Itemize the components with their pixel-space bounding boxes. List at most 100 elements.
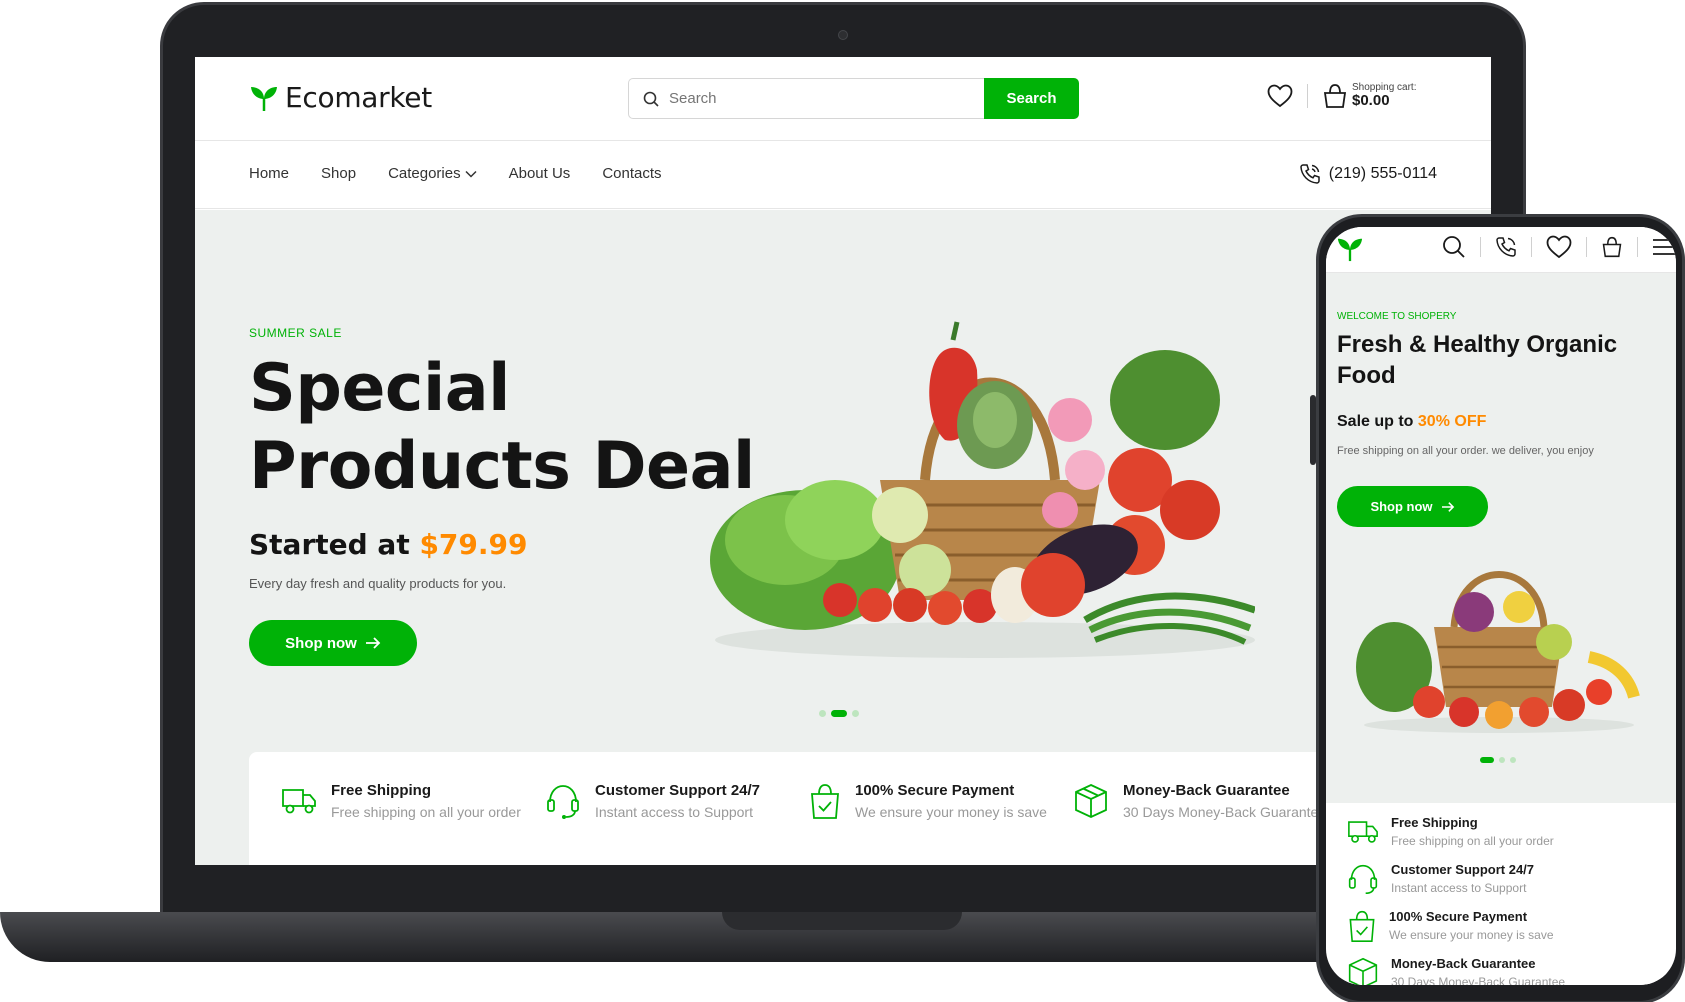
search-field-wrapper	[628, 78, 984, 119]
site-header: Ecomarket Search Search Shopping cart: $…	[195, 57, 1491, 141]
nav-item-categories[interactable]: Categories	[388, 165, 477, 182]
search-icon[interactable]	[1442, 235, 1466, 259]
feature-title: Customer Support 24/7	[595, 782, 761, 799]
cart-text: Shopping cart: $0.00	[1352, 82, 1417, 110]
logo[interactable]: Ecomarket	[249, 81, 432, 114]
search-button[interactable]: Search	[984, 78, 1079, 119]
mobile-sale-line: Sale up to 30% OFF	[1337, 413, 1486, 431]
feature-title: Customer Support 24/7	[1391, 862, 1535, 877]
hero-price-line: Started at $79.99	[249, 528, 528, 561]
arrow-right-icon	[1441, 501, 1454, 512]
carousel-dot-1[interactable]	[1480, 757, 1494, 763]
chevron-down-icon	[465, 170, 477, 178]
search-input[interactable]	[669, 90, 929, 107]
feature-title: Free Shipping	[1391, 815, 1478, 830]
shop-now-button[interactable]: Shop now	[249, 620, 417, 666]
mobile-header-icons	[1442, 235, 1676, 259]
feature-desc: 30 Days Money-Back Guarantee	[1123, 804, 1327, 820]
mobile-header	[1326, 227, 1676, 273]
hero-subtitle: Every day fresh and quality products for…	[249, 576, 507, 591]
heart-icon[interactable]	[1267, 84, 1293, 108]
carousel-dot-3[interactable]	[1510, 757, 1516, 763]
search-icon	[643, 91, 659, 107]
feature-title: Money-Back Guarantee	[1123, 782, 1290, 799]
carousel-dot-2[interactable]	[1499, 757, 1505, 763]
feature-free-shipping: Free Shipping Free shipping on all your …	[281, 782, 521, 820]
mobile-divider	[1586, 237, 1587, 257]
feature-title: Free Shipping	[331, 782, 432, 799]
feature-title: Money-Back Guarantee	[1391, 956, 1536, 971]
mobile-hero-headline: Fresh & Healthy Organic Food	[1337, 331, 1618, 389]
mobile-sale-value: 30% OFF	[1417, 413, 1487, 430]
feature-customer-support: Customer Support 24/7 Instant access to …	[1347, 862, 1534, 896]
feature-desc: We ensure your money is save	[1389, 928, 1554, 942]
mobile-shop-now-button[interactable]: Shop now	[1337, 486, 1488, 527]
feature-title: 100% Secure Payment	[855, 782, 1015, 799]
main-nav: Home Shop Categories About Us Contacts (…	[195, 141, 1491, 209]
mobile-sale-prefix: Sale up to	[1337, 413, 1414, 430]
shopping-bag-icon	[1323, 83, 1347, 108]
mobile-hero: WELCOME TO SHOPERY Fresh & Healthy Organ…	[1326, 273, 1676, 803]
feature-free-shipping: Free Shipping Free shipping on all your …	[1347, 815, 1554, 848]
mobile-carousel-dots	[1480, 757, 1516, 763]
headset-icon	[547, 785, 579, 819]
nav-item-contacts[interactable]: Contacts	[602, 165, 661, 182]
laptop-camera	[838, 30, 848, 40]
headset-icon	[1348, 864, 1378, 895]
phone-call-icon	[1300, 164, 1320, 184]
shop-now-label: Shop now	[285, 634, 357, 652]
header-actions: Shopping cart: $0.00	[1267, 82, 1417, 110]
laptop-notch	[722, 912, 962, 930]
phone-call-icon[interactable]	[1495, 236, 1517, 258]
hero-price-prefix: Started at	[249, 528, 410, 561]
hero-headline: Special Products Deal	[249, 351, 755, 504]
truck-icon	[1348, 821, 1378, 843]
laptop-screen: Ecomarket Search Search Shopping cart: $…	[195, 57, 1491, 865]
mobile-divider	[1637, 237, 1638, 257]
heart-icon[interactable]	[1546, 235, 1572, 259]
secure-bag-icon	[811, 784, 839, 819]
phone-number: (219) 555-0114	[1328, 165, 1437, 182]
carousel-dot-1[interactable]	[819, 710, 826, 717]
vegetables-basket-image	[710, 321, 1255, 658]
nav-item-home[interactable]: Home	[249, 165, 289, 182]
feature-desc: Free shipping on all your order	[331, 804, 521, 820]
nav-item-about-us[interactable]: About Us	[509, 165, 571, 182]
box-icon	[1075, 784, 1107, 818]
feature-secure-payment: 100% Secure Payment We ensure your money…	[809, 782, 1047, 820]
feature-title: 100% Secure Payment	[1389, 909, 1528, 924]
feature-desc: Free shipping on all your order	[1391, 834, 1554, 848]
features-bar: Free Shipping Free shipping on all your …	[249, 752, 1489, 865]
phone-contact[interactable]: (219) 555-0114	[1299, 163, 1437, 185]
feature-money-back: Money-Back Guarantee 30 Days Money-Back …	[1347, 956, 1565, 985]
nav-item-shop[interactable]: Shop	[321, 165, 356, 182]
truck-icon	[282, 789, 316, 814]
shopping-bag-icon[interactable]	[1601, 235, 1623, 259]
hero-carousel-dots	[819, 710, 859, 717]
header-divider	[1307, 83, 1308, 108]
hamburger-menu-icon[interactable]	[1652, 237, 1676, 257]
feature-desc: Instant access to Support	[1391, 881, 1527, 895]
feature-desc: We ensure your money is save	[855, 804, 1047, 820]
cart-amount: $0.00	[1352, 92, 1390, 109]
hero-price: $79.99	[419, 528, 528, 561]
hero-eyebrow: SUMMER SALE	[249, 326, 342, 340]
feature-desc: Instant access to Support	[595, 804, 753, 820]
feature-customer-support: Customer Support 24/7 Instant access to …	[545, 782, 760, 820]
carousel-dot-3[interactable]	[852, 710, 859, 717]
mobile-hero-eyebrow: WELCOME TO SHOPERY	[1337, 311, 1457, 322]
nav-links: Home Shop Categories About Us Contacts	[249, 165, 662, 182]
phone-screen: WELCOME TO SHOPERY Fresh & Healthy Organ…	[1326, 227, 1676, 985]
mobile-features: Free Shipping Free shipping on all your …	[1337, 803, 1667, 985]
carousel-dot-2[interactable]	[831, 710, 847, 717]
mobile-shop-now-label: Shop now	[1370, 499, 1433, 514]
hero-banner: SUMMER SALE Special Products Deal Starte…	[195, 210, 1491, 865]
leaf-logo-icon[interactable]	[1336, 236, 1364, 262]
mobile-hero-subtitle: Free shipping on all your order. we deli…	[1337, 445, 1594, 457]
feature-money-back: Money-Back Guarantee 30 Days Money-Back …	[1073, 782, 1326, 820]
arrow-right-icon	[365, 637, 381, 649]
secure-bag-icon	[1349, 910, 1375, 943]
fruit-basket-image	[1356, 571, 1640, 733]
leaf-logo-icon	[251, 86, 277, 111]
cart-widget[interactable]: Shopping cart: $0.00	[1322, 82, 1417, 110]
